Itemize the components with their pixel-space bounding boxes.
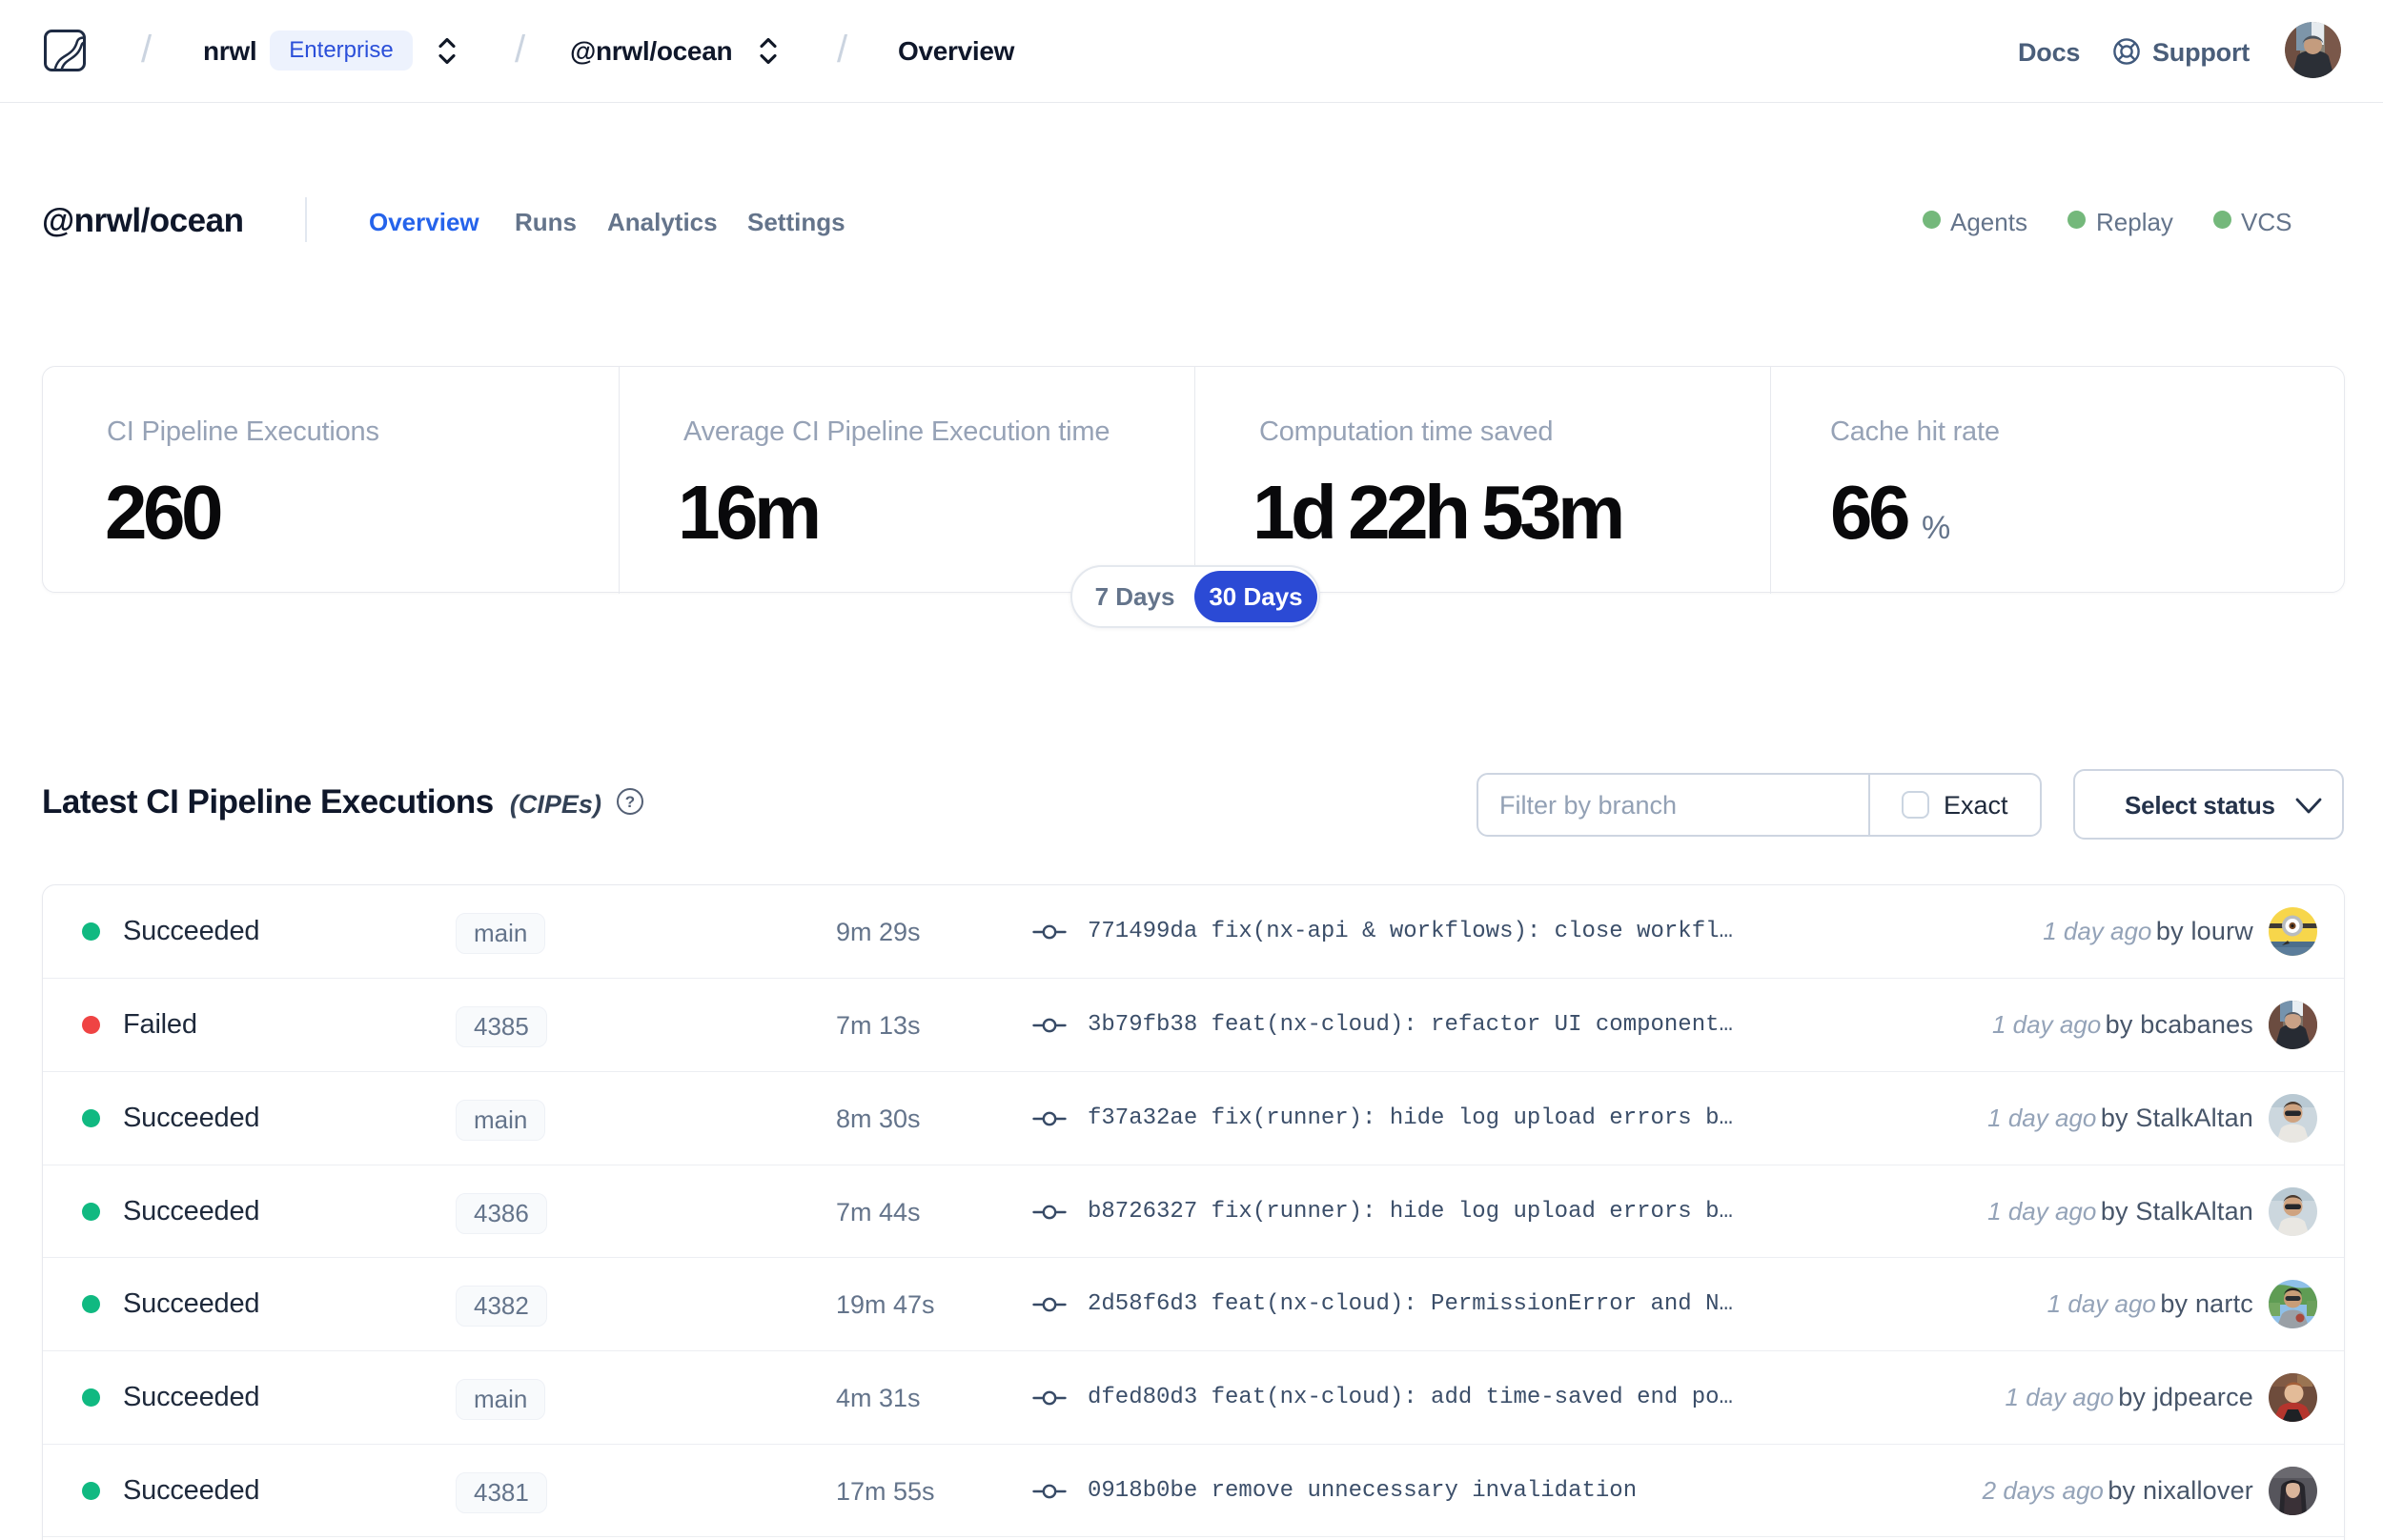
svg-text:?: ?: [625, 793, 635, 811]
